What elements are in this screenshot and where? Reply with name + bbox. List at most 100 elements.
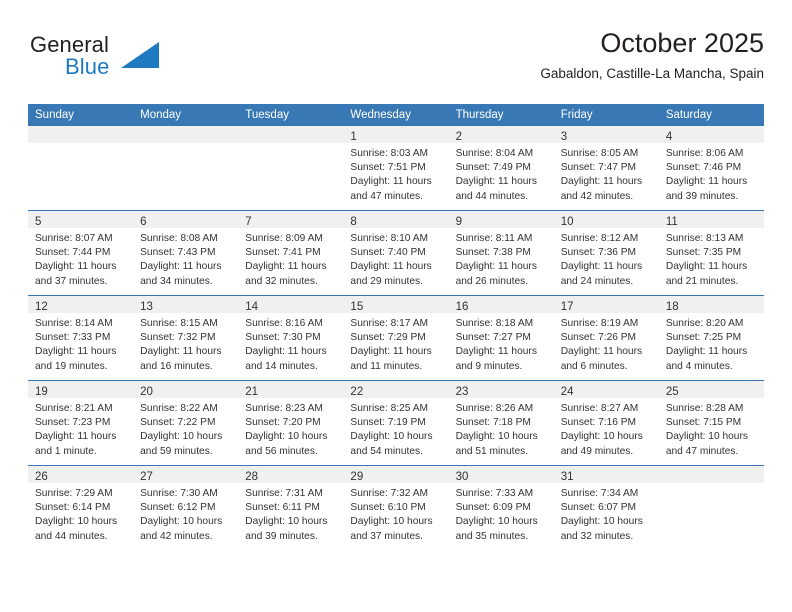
sunrise-text: Sunrise: 8:09 AM	[245, 233, 323, 244]
day-cell[interactable]: 3 Sunrise: 8:05 AM Sunset: 7:47 PM Daylight…	[553, 126, 659, 211]
day-cell[interactable]: 26 Sunrise: 7:29 AM Sunset: 6:14 PM Dayligh…	[28, 465, 134, 550]
day-cell[interactable]: 6 Sunrise: 8:08 AM Sunset: 7:43 PM Daylight…	[133, 210, 239, 296]
day-cell[interactable]: 4 Sunrise: 8:06 AM Sunset: 7:46 PM Daylight…	[658, 126, 764, 211]
day-cell[interactable]: 28 Sunrise: 7:31 AM Sunset: 6:11 PM Dayligh…	[238, 465, 344, 550]
day-cell[interactable]: 25 Sunrise: 8:28 AM Sunset: 7:15 PM Dayligh…	[658, 380, 764, 466]
day-cell-body: Sunrise: 7:32 AM Sunset: 6:10 PM Daylight:…	[343, 483, 448, 544]
day-cell-body: Sunrise: 8:20 AM Sunset: 7:25 PM Daylight:…	[659, 313, 764, 374]
day-cell[interactable]: 1 Sunrise: 8:03 AM Sunset: 7:51 PM Daylight…	[343, 126, 449, 211]
sunrise-text: Sunrise: 8:26 AM	[455, 403, 534, 414]
daylight-text-line2: and 44 minutes.	[35, 530, 108, 542]
day-cell[interactable]: 2 Sunrise: 8:04 AM Sunset: 7:49 PM Daylight…	[448, 126, 554, 211]
day-number-band: 21	[238, 381, 344, 398]
calendar-table: Sunday Monday Tuesday Wednesday Thursday…	[28, 104, 764, 550]
sunset-text: Sunset: 6:11 PM	[245, 502, 320, 514]
day-cell[interactable]: 11 Sunrise: 8:13 AM Sunset: 7:35 PM Dayligh…	[658, 210, 764, 296]
day-number-band: 2	[448, 126, 554, 143]
day-number: 11	[665, 216, 678, 228]
day-cell[interactable]: 17 Sunrise: 8:19 AM Sunset: 7:26 PM Dayligh…	[553, 295, 659, 381]
daylight-text-line1: Daylight: 10 hours	[455, 431, 538, 443]
daylight-text-line2: and 51 minutes.	[455, 445, 529, 457]
sunrise-text: Sunrise: 8:13 AM	[665, 233, 744, 244]
day-cell[interactable]: 31 Sunrise: 7:34 AM Sunset: 6:07 PM Dayligh…	[553, 465, 659, 550]
day-cell-body: Sunrise: 8:06 AM Sunset: 7:46 PM Daylight:…	[659, 143, 764, 204]
daylight-text-line2: and 56 minutes.	[245, 445, 318, 457]
day-cell[interactable]: 5 Sunrise: 8:07 AM Sunset: 7:44 PM Daylight…	[28, 210, 134, 296]
day-number-band: 9	[448, 211, 554, 228]
day-cell[interactable]: 22 Sunrise: 8:25 AM Sunset: 7:19 PM Dayligh…	[343, 380, 449, 466]
day-cell[interactable]: 13 Sunrise: 8:15 AM Sunset: 7:32 PM Dayligh…	[133, 295, 239, 381]
day-number: 16	[455, 301, 469, 313]
brand-logo[interactable]: General Blue	[28, 32, 228, 92]
sunset-text: Sunset: 7:33 PM	[35, 332, 111, 344]
sunset-text: Sunset: 6:12 PM	[140, 502, 216, 514]
daylight-text-line2: and 19 minutes.	[35, 360, 108, 372]
sunset-text: Sunset: 7:25 PM	[665, 332, 742, 344]
day-cell[interactable]: 19 Sunrise: 8:21 AM Sunset: 7:23 PM Dayligh…	[28, 380, 134, 466]
day-cell[interactable]: 12 Sunrise: 8:14 AM Sunset: 7:33 PM Dayligh…	[28, 295, 134, 381]
sunset-text: Sunset: 6:09 PM	[455, 502, 531, 514]
daylight-text-line1: Daylight: 10 hours	[140, 431, 223, 443]
day-cell[interactable]: 9 Sunrise: 8:11 AM Sunset: 7:38 PM Daylight…	[448, 210, 554, 296]
sunrise-text: Sunrise: 8:20 AM	[665, 318, 744, 329]
day-cell-body: Sunrise: 8:14 AM Sunset: 7:33 PM Daylight:…	[28, 313, 133, 374]
daylight-text-line2: and 47 minutes.	[350, 190, 423, 202]
day-cell[interactable]: 7 Sunrise: 8:09 AM Sunset: 7:41 PM Daylight…	[238, 210, 344, 296]
day-cell[interactable]: 18 Sunrise: 8:20 AM Sunset: 7:25 PM Dayligh…	[658, 295, 764, 381]
day-number-band: 25	[658, 381, 764, 398]
day-number-band	[28, 126, 134, 143]
day-number: 7	[245, 216, 252, 228]
day-number-band	[133, 126, 239, 143]
sunset-text: Sunset: 7:30 PM	[245, 332, 321, 344]
daylight-text-line1: Daylight: 11 hours	[350, 176, 432, 188]
day-cell[interactable]: 27 Sunrise: 7:30 AM Sunset: 6:12 PM Dayligh…	[133, 465, 239, 550]
sunrise-text: Sunrise: 8:06 AM	[665, 148, 744, 159]
sunrise-text: Sunrise: 8:17 AM	[350, 318, 429, 329]
daylight-text-line2: and 4 minutes.	[665, 360, 733, 372]
sunset-text: Sunset: 7:40 PM	[350, 247, 426, 259]
day-number: 20	[140, 386, 153, 398]
day-number-band: 29	[343, 466, 449, 483]
sunrise-text: Sunrise: 7:33 AM	[455, 488, 534, 499]
day-cell[interactable]: 8 Sunrise: 8:10 AM Sunset: 7:40 PM Daylight…	[343, 210, 449, 296]
sunrise-text: Sunrise: 8:11 AM	[455, 233, 533, 244]
sunset-text: Sunset: 7:19 PM	[350, 417, 426, 429]
day-number: 13	[140, 301, 153, 313]
day-cell[interactable]: 10 Sunrise: 8:12 AM Sunset: 7:36 PM Dayligh…	[553, 210, 659, 296]
day-number-band: 6	[133, 211, 239, 228]
sunset-text: Sunset: 7:51 PM	[350, 162, 426, 174]
sunrise-text: Sunrise: 8:12 AM	[560, 233, 639, 244]
day-cell-empty	[28, 126, 134, 211]
day-cell[interactable]: 24 Sunrise: 8:27 AM Sunset: 7:16 PM Dayligh…	[553, 380, 659, 466]
day-number: 30	[455, 471, 469, 483]
day-cell-body: Sunrise: 8:08 AM Sunset: 7:43 PM Daylight:…	[133, 228, 238, 289]
day-number: 24	[560, 386, 574, 398]
day-number-band: 18	[658, 296, 764, 313]
day-cell[interactable]: 14 Sunrise: 8:16 AM Sunset: 7:30 PM Dayligh…	[238, 295, 344, 381]
day-number: 25	[665, 386, 679, 398]
brand-name-blue: Blue	[65, 54, 110, 79]
day-cell[interactable]: 23 Sunrise: 8:26 AM Sunset: 7:18 PM Dayligh…	[448, 380, 554, 466]
day-cell[interactable]: 30 Sunrise: 7:33 AM Sunset: 6:09 PM Dayligh…	[448, 465, 554, 550]
day-number: 3	[560, 131, 568, 143]
day-cell[interactable]: 15 Sunrise: 8:17 AM Sunset: 7:29 PM Dayligh…	[343, 295, 449, 381]
sunrise-text: Sunrise: 7:29 AM	[35, 488, 113, 499]
day-number: 31	[560, 471, 574, 483]
day-number-band	[238, 126, 344, 143]
sunrise-text: Sunrise: 7:31 AM	[245, 488, 323, 499]
sunset-text: Sunset: 7:35 PM	[665, 247, 742, 259]
day-cell-body: Sunrise: 8:17 AM Sunset: 7:29 PM Daylight:…	[343, 313, 448, 374]
sunrise-text: Sunrise: 7:34 AM	[560, 488, 639, 499]
sunset-text: Sunset: 7:47 PM	[560, 162, 637, 174]
page-subtitle: Gabaldon, Castille-La Mancha, Spain	[540, 66, 764, 81]
day-cell-body: Sunrise: 8:28 AM Sunset: 7:15 PM Daylight:…	[659, 398, 764, 459]
day-cell[interactable]: 21 Sunrise: 8:23 AM Sunset: 7:20 PM Dayligh…	[238, 380, 344, 466]
daylight-text-line1: Daylight: 11 hours	[560, 261, 643, 273]
day-number-band: 27	[133, 466, 239, 483]
daylight-text-line1: Daylight: 11 hours	[350, 261, 432, 273]
sunset-text: Sunset: 7:43 PM	[140, 247, 216, 259]
day-cell[interactable]: 29 Sunrise: 7:32 AM Sunset: 6:10 PM Dayligh…	[343, 465, 449, 550]
day-cell[interactable]: 20 Sunrise: 8:22 AM Sunset: 7:22 PM Dayligh…	[133, 380, 239, 466]
day-cell[interactable]: 16 Sunrise: 8:18 AM Sunset: 7:27 PM Dayligh…	[448, 295, 554, 381]
day-number-band: 13	[133, 296, 239, 313]
